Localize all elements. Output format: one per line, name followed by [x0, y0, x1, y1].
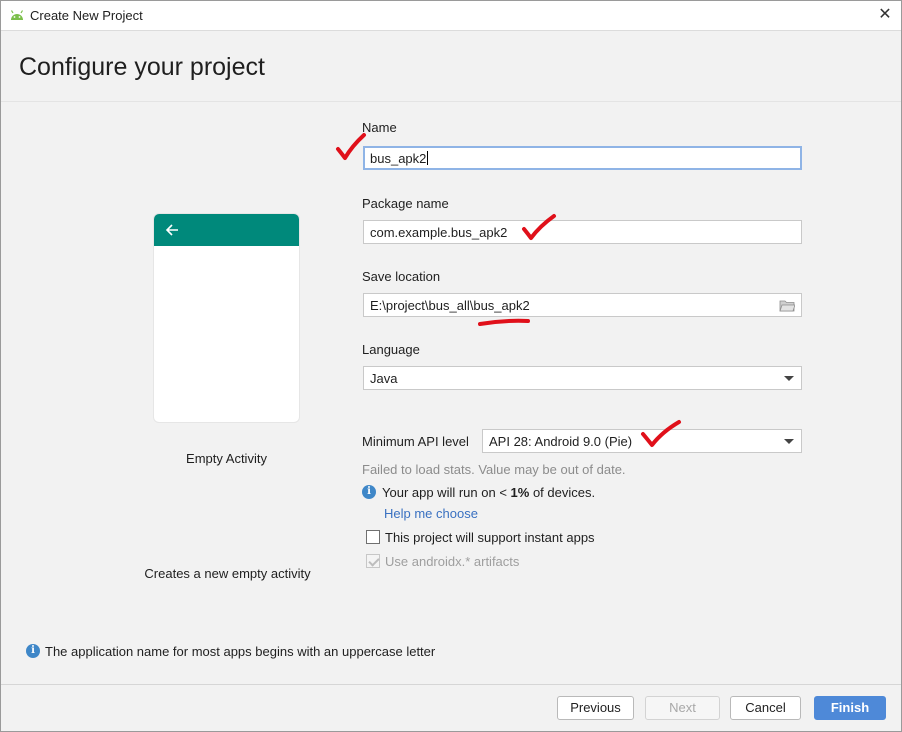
name-input[interactable]: bus_apk2	[363, 146, 802, 170]
androidx-label: Use androidx.* artifacts	[385, 554, 520, 569]
language-value: Java	[370, 371, 398, 386]
min-api-value: API 28: Android 9.0 (Pie)	[489, 434, 633, 449]
instant-apps-checkbox[interactable]	[366, 530, 380, 544]
package-name-label: Package name	[362, 196, 449, 211]
text-caret	[427, 151, 429, 165]
language-label: Language	[362, 342, 420, 357]
footer-divider	[1, 684, 901, 685]
language-select[interactable]: Java	[363, 366, 802, 390]
chevron-down-icon	[784, 376, 794, 381]
instant-apps-label[interactable]: This project will support instant apps	[385, 530, 595, 545]
activity-preview	[154, 214, 299, 422]
title-bar: Create New Project ✕	[0, 0, 902, 31]
cancel-button[interactable]: Cancel	[730, 696, 801, 720]
validation-info-text: The application name for most apps begin…	[45, 644, 436, 659]
min-api-label: Minimum API level	[362, 434, 469, 449]
package-name-value: com.example.bus_apk2	[370, 225, 508, 240]
close-icon[interactable]: ✕	[874, 4, 896, 26]
package-name-input[interactable]: com.example.bus_apk2	[363, 220, 802, 244]
folder-icon[interactable]	[779, 299, 795, 312]
min-api-select[interactable]: API 28: Android 9.0 (Pie)	[482, 429, 802, 453]
save-location-input[interactable]: E:\project\bus_all\bus_apk2	[363, 293, 802, 317]
stats-hint: Failed to load stats. Value may be out o…	[362, 462, 626, 477]
template-name: Empty Activity	[186, 451, 267, 466]
device-coverage-text: Your app will run on < 1% of devices.	[382, 485, 596, 500]
header-divider	[1, 101, 901, 102]
save-location-label: Save location	[362, 269, 441, 284]
info-icon: i	[362, 485, 376, 499]
page-title: Configure your project	[19, 53, 265, 81]
info-icon: i	[26, 644, 40, 658]
next-button: Next	[645, 696, 720, 720]
name-label: Name	[362, 120, 397, 135]
previous-button[interactable]: Previous	[557, 696, 634, 720]
finish-button[interactable]: Finish	[814, 696, 886, 720]
template-description: Creates a new empty activity	[144, 566, 311, 581]
name-input-value: bus_apk2	[370, 151, 427, 166]
chevron-down-icon	[784, 439, 794, 444]
android-icon	[10, 10, 24, 20]
device-coverage-percent: 1%	[510, 485, 530, 500]
arrow-left-icon	[165, 224, 178, 236]
window-title: Create New Project	[30, 8, 143, 23]
save-location-value: E:\project\bus_all\bus_apk2	[370, 298, 530, 313]
preview-app-bar	[154, 214, 299, 246]
help-me-choose-link[interactable]: Help me choose	[384, 506, 478, 521]
androidx-checkbox	[366, 554, 380, 568]
annotation-underline-location	[478, 318, 530, 326]
